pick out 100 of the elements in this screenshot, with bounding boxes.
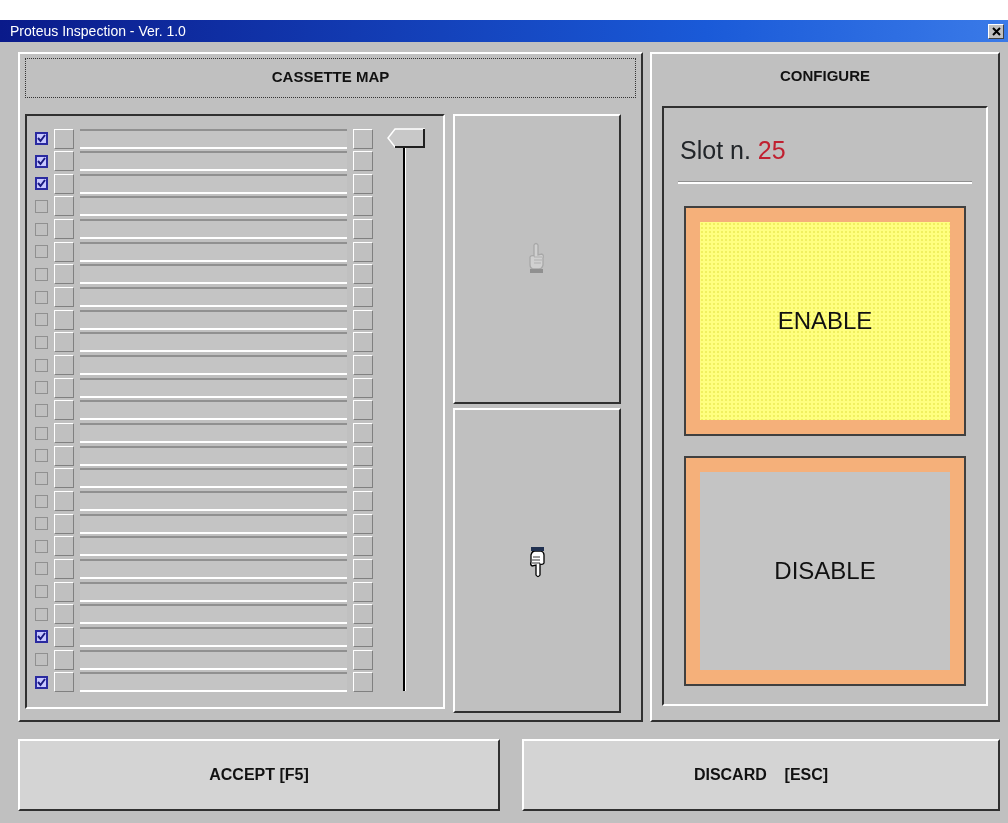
slot-button[interactable] [54,649,74,670]
checkbox[interactable] [35,562,48,576]
slot-button[interactable] [54,151,74,172]
slot-end-button[interactable] [353,672,374,693]
slot-button[interactable] [54,287,74,308]
slot-bar[interactable] [80,536,348,557]
slot-end-button[interactable] [353,513,374,534]
checkbox[interactable] [35,358,48,372]
slot-button[interactable] [54,468,74,489]
slot-end-button[interactable] [353,377,374,398]
slot-end-button[interactable] [353,151,374,172]
slot-end-button[interactable] [353,241,374,262]
slot-bar[interactable] [80,513,348,534]
checkbox[interactable] [35,653,48,667]
slot-end-button[interactable] [353,400,374,421]
slot-bar[interactable] [80,173,348,194]
checkbox[interactable] [35,222,48,236]
checkbox[interactable] [35,449,48,463]
checkbox[interactable] [35,199,48,213]
move-down-button[interactable] [453,408,621,713]
slot-bar[interactable] [80,287,348,308]
checkbox[interactable] [35,381,48,395]
checkbox[interactable] [35,426,48,440]
checkbox[interactable] [35,290,48,304]
checkbox[interactable] [35,675,48,689]
slot-button[interactable] [54,513,74,534]
slot-end-button[interactable] [353,423,374,444]
slot-end-button[interactable] [353,604,374,625]
slot-button[interactable] [54,423,74,444]
slot-end-button[interactable] [353,445,374,466]
slot-end-button[interactable] [353,649,374,670]
slot-bar[interactable] [80,196,348,217]
slot-end-button[interactable] [353,128,374,149]
slot-button[interactable] [54,264,74,285]
slot-button[interactable] [54,626,74,647]
slot-bar[interactable] [80,377,348,398]
slot-bar[interactable] [80,309,348,330]
checkbox[interactable] [35,335,48,349]
checkbox[interactable] [35,154,48,168]
slot-end-button[interactable] [353,332,374,353]
checkbox[interactable] [35,585,48,599]
slot-bar[interactable] [80,672,348,693]
slot-bar[interactable] [80,649,348,670]
checkbox[interactable] [35,630,48,644]
slot-bar[interactable] [80,468,348,489]
slot-end-button[interactable] [353,173,374,194]
slot-button[interactable] [54,128,74,149]
slot-button[interactable] [54,558,74,579]
slot-button[interactable] [54,173,74,194]
checkbox[interactable] [35,267,48,281]
checkbox[interactable] [35,313,48,327]
slot-end-button[interactable] [353,468,374,489]
slot-button[interactable] [54,536,74,557]
option-button[interactable]: ENABLE [686,207,964,434]
slot-button[interactable] [54,491,74,511]
slot-bar[interactable] [80,264,348,285]
slot-end-button[interactable] [353,626,374,647]
checkbox[interactable] [35,403,48,417]
slot-bar[interactable] [80,423,348,444]
slot-button[interactable] [54,672,74,693]
slot-end-button[interactable] [353,196,374,217]
slot-bar[interactable] [80,219,348,240]
slot-button[interactable] [54,309,74,330]
checkbox[interactable] [35,177,48,191]
slot-bar[interactable] [80,491,348,511]
slot-bar[interactable] [80,151,348,172]
slot-bar[interactable] [80,558,348,579]
slot-button[interactable] [54,355,74,376]
slot-end-button[interactable] [353,264,374,285]
slot-bar[interactable] [80,400,348,421]
slot-end-button[interactable] [353,355,374,376]
slot-end-button[interactable] [353,491,374,511]
checkbox[interactable] [35,471,48,485]
slot-bar[interactable] [80,581,348,602]
checkbox[interactable] [35,494,48,508]
checkbox[interactable] [35,539,48,553]
discard-button[interactable]: DISCARD [ESC] [522,739,1000,811]
checkbox[interactable] [35,132,48,145]
slot-end-button[interactable] [353,287,374,308]
close-button[interactable] [988,23,1004,39]
slot-bar[interactable] [80,241,348,262]
slot-end-button[interactable] [353,558,374,579]
slot-bar[interactable] [80,332,348,353]
slot-button[interactable] [54,445,74,466]
slot-button[interactable] [54,377,74,398]
accept-button[interactable]: ACCEPT [F5] [18,739,500,811]
option-button[interactable]: DISABLE [686,457,964,684]
slider-thumb[interactable] [387,128,426,148]
checkbox[interactable] [35,245,48,259]
checkbox[interactable] [35,517,48,531]
slot-button[interactable] [54,400,74,421]
slot-bar[interactable] [80,626,348,647]
slot-end-button[interactable] [353,309,374,330]
slot-button[interactable] [54,581,74,602]
slot-button[interactable] [54,219,74,240]
slot-button[interactable] [54,196,74,217]
slot-end-button[interactable] [353,581,374,602]
slot-end-button[interactable] [353,536,374,557]
slot-bar[interactable] [80,128,348,149]
slot-button[interactable] [54,332,74,353]
